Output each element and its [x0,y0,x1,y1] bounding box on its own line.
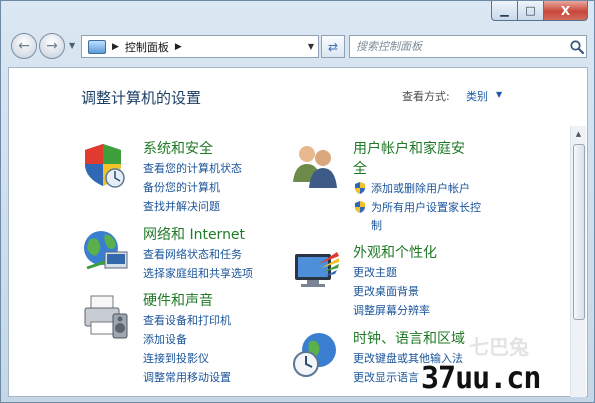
link-troubleshoot[interactable]: 查找并解决问题 [143,198,220,214]
globe-network-icon [84,231,128,270]
link-parental-controls-continued[interactable]: 制 [371,217,382,233]
link-backup-computer[interactable]: 备份您的计算机 [143,179,220,195]
category-title[interactable]: 用户帐户和家庭安 [353,138,465,158]
uac-shield-icon [355,182,365,194]
search-input[interactable] [349,35,587,58]
watermark-logo: 七巴兔 [469,335,529,359]
link-connect-projector[interactable]: 连接到投影仪 [143,350,209,366]
scroll-thumb[interactable] [573,144,585,320]
breadcrumb-chevron-icon[interactable]: ▶ [112,42,119,52]
vertical-scrollbar[interactable]: ▲ [570,126,586,397]
link-mobility-settings[interactable]: 调整常用移动设置 [143,369,231,385]
maximize-button[interactable]: □ [518,1,544,21]
category-user-accounts: 用户帐户和家庭安 全 添加或删除用户帐户 为所有用户设置家长控 制 [291,140,511,232]
category-hardware-sound: 硬件和声音 查看设备和打印机 添加设备 连接到投影仪 调整常用移动设置 [81,290,281,385]
category-title[interactable]: 硬件和声音 [143,290,213,310]
navigation-bar: ← → ▼ ▶ 控制面板 ▶ ▼ ⇄ [9,31,589,61]
link-parental-controls[interactable]: 为所有用户设置家长控 [353,199,481,215]
window-controls: ▁ □ X [491,1,588,21]
chevron-down-icon[interactable]: ▼ [496,90,502,99]
view-by-label: 查看方式: [402,90,450,103]
link-desktop-background[interactable]: 更改桌面背景 [353,283,419,299]
link-display-language[interactable]: 更改显示语言 [353,369,419,385]
category-title[interactable]: 系统和安全 [143,138,213,158]
category-title-continued[interactable]: 全 [353,158,367,178]
scroll-up-icon[interactable]: ▲ [571,126,586,142]
refresh-button[interactable]: ⇄ [321,35,345,58]
category-title[interactable]: 外观和个性化 [353,242,437,262]
window-frame: ▁ □ X ← → ▼ ▶ 控制面板 ▶ ▼ ⇄ 调整计算机的设置 查看方式: … [0,0,595,403]
category-title[interactable]: 时钟、语言和区域 [353,328,465,348]
breadcrumb-chevron-icon[interactable]: ▶ [175,42,182,52]
category-network-internet: 网络和 Internet 查看网络状态和任务 选择家庭组和共享选项 [81,226,281,286]
category-system-security: 系统和安全 查看您的计算机状态 备份您的计算机 查找并解决问题 [81,140,281,220]
monitor-palette-icon [295,252,339,287]
breadcrumb-control-panel[interactable]: 控制面板 [125,39,169,55]
users-icon [293,146,337,188]
link-change-theme[interactable]: 更改主题 [353,264,397,280]
close-button[interactable]: X [544,1,588,21]
watermark-url: 37uu.cn [421,361,541,396]
address-dropdown-icon[interactable]: ▼ [308,42,314,51]
forward-button[interactable]: → [39,33,65,59]
link-label: 添加或删除用户帐户 [371,182,470,195]
page-title: 调整计算机的设置 [81,89,202,107]
recent-pages-dropdown[interactable]: ▼ [69,41,75,50]
link-devices-printers[interactable]: 查看设备和打印机 [143,312,231,328]
link-screen-resolution[interactable]: 调整屏幕分辨率 [353,302,430,318]
uac-shield-icon [355,201,365,213]
category-appearance: 外观和个性化 更改主题 更改桌面背景 调整屏幕分辨率 [291,242,491,317]
link-label: 为所有用户设置家长控 [371,201,481,214]
address-bar[interactable]: ▶ 控制面板 ▶ ▼ [81,35,319,58]
link-view-computer-status[interactable]: 查看您的计算机状态 [143,160,242,176]
shield-icon [85,144,125,188]
link-add-remove-users[interactable]: 添加或删除用户帐户 [353,180,470,196]
control-panel-icon [88,39,106,54]
clock-globe-icon [293,333,336,377]
category-title[interactable]: 网络和 Internet [143,224,245,244]
link-network-status[interactable]: 查看网络状态和任务 [143,246,242,262]
link-homegroup-sharing[interactable]: 选择家庭组和共享选项 [143,265,253,281]
link-add-device[interactable]: 添加设备 [143,331,187,347]
back-button[interactable]: ← [11,33,37,59]
search-icon[interactable] [569,39,585,55]
minimize-button[interactable]: ▁ [491,1,518,21]
printer-icon [84,295,128,339]
view-by-dropdown[interactable]: 类别 [466,88,488,104]
